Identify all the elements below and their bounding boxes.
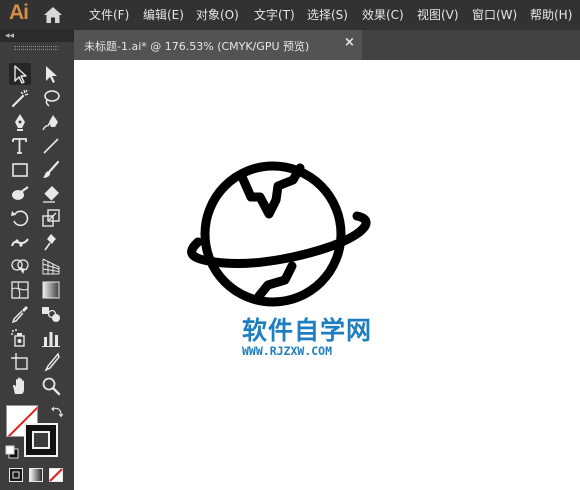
- menu-help[interactable]: 帮助(H): [530, 7, 572, 23]
- gradient-mode-icon[interactable]: [29, 467, 43, 482]
- pen-tool-icon[interactable]: [9, 111, 31, 133]
- direct-selection-tool-icon[interactable]: [40, 63, 62, 85]
- continent-lower: [254, 261, 297, 301]
- column-graph-tool-icon[interactable]: [40, 327, 62, 349]
- artboard-tool-icon[interactable]: [9, 351, 31, 373]
- close-icon[interactable]: ×: [344, 35, 355, 50]
- slice-tool-icon[interactable]: [40, 351, 62, 373]
- magic-wand-tool-icon[interactable]: [9, 87, 31, 109]
- menu-select[interactable]: 选择(S): [307, 7, 348, 23]
- none-mode-icon[interactable]: [49, 467, 63, 482]
- canvas[interactable]: [74, 60, 580, 490]
- menu-bar: Ai 文件(F) 编辑(E) 对象(O) 文字(T) 选择(S) 效果(C) 视…: [0, 0, 580, 30]
- blend-tool-icon[interactable]: [40, 303, 62, 325]
- color-mode-icon[interactable]: [9, 467, 23, 482]
- watermark-url: WWW.RJZXW.COM: [242, 344, 333, 358]
- width-tool-icon[interactable]: [9, 231, 31, 253]
- hand-tool-icon[interactable]: [9, 375, 31, 397]
- line-segment-tool-icon[interactable]: [40, 135, 62, 157]
- paintbrush-tool-icon[interactable]: [40, 159, 62, 181]
- eyedropper-tool-icon[interactable]: [9, 303, 31, 325]
- eraser-tool-icon[interactable]: [40, 183, 62, 205]
- home-icon[interactable]: [43, 6, 63, 24]
- mesh-tool-icon[interactable]: [9, 279, 31, 301]
- menu-view[interactable]: 视图(V): [417, 7, 459, 23]
- zoom-tool-icon[interactable]: [40, 375, 62, 397]
- shape-builder-tool-icon[interactable]: [9, 255, 31, 277]
- menu-object[interactable]: 对象(O): [196, 7, 239, 23]
- watermark-title: 软件自学网: [242, 316, 373, 345]
- selection-tool-icon[interactable]: [9, 63, 31, 85]
- planet-artwork: [187, 161, 371, 307]
- menu-file[interactable]: 文件(F): [89, 7, 129, 23]
- menu-window[interactable]: 窗口(W): [472, 7, 517, 23]
- stroke-swatch[interactable]: [24, 423, 58, 457]
- stroke-swatch-inner: [32, 431, 50, 449]
- symbol-sprayer-tool-icon[interactable]: [9, 327, 31, 349]
- panel-grip[interactable]: [14, 46, 58, 50]
- curvature-tool-icon[interactable]: [40, 111, 62, 133]
- gradient-tool-icon[interactable]: [40, 279, 62, 301]
- document-tab[interactable]: 未标题-1.ai* @ 176.53% (CMYK/GPU 预览) ×: [74, 30, 362, 60]
- continent-upper: [238, 163, 305, 219]
- lasso-tool-icon[interactable]: [40, 87, 62, 109]
- perspective-grid-tool-icon[interactable]: [40, 255, 62, 277]
- menu-edit[interactable]: 编辑(E): [143, 7, 184, 23]
- default-fill-stroke-icon[interactable]: [5, 444, 19, 459]
- shaper-tool-icon[interactable]: [9, 183, 31, 205]
- rectangle-tool-icon[interactable]: [9, 159, 31, 181]
- menu-type[interactable]: 文字(T): [254, 7, 295, 23]
- swap-fill-stroke-icon[interactable]: [50, 404, 64, 418]
- rotate-tool-icon[interactable]: [9, 207, 31, 229]
- collapse-panel-icon[interactable]: ◂◂: [5, 30, 14, 42]
- type-tool-icon[interactable]: [9, 135, 31, 157]
- puppet-warp-tool-icon[interactable]: [40, 231, 62, 253]
- document-tab-title: 未标题-1.ai* @ 176.53% (CMYK/GPU 预览): [84, 40, 310, 53]
- scale-tool-icon[interactable]: [40, 207, 62, 229]
- app-logo: Ai: [9, 1, 29, 24]
- menu-effect[interactable]: 效果(C): [362, 7, 404, 23]
- document-tab-bar: 未标题-1.ai* @ 176.53% (CMYK/GPU 预览) ×: [74, 30, 580, 60]
